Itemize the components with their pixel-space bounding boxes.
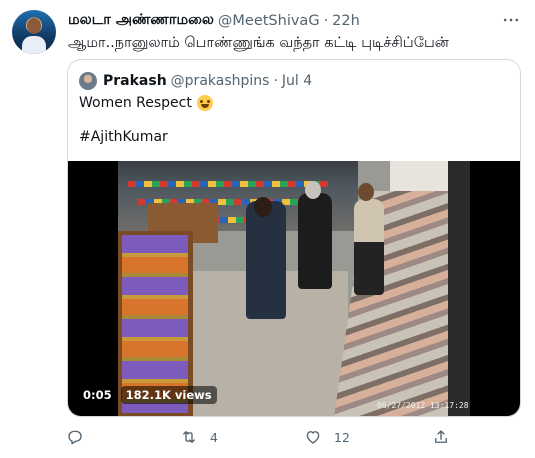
like-button[interactable]: 12 <box>304 426 350 448</box>
reply-icon <box>68 430 82 445</box>
author-avatar[interactable] <box>12 10 56 54</box>
tweet-text: ஆமா..நானுலாம் பொண்ணுங்க வந்தா கட்டி புடி… <box>68 35 449 51</box>
quoted-author-handle: @prakashpins <box>170 73 270 89</box>
camera-timestamp: 06/27/2012 13:17:28 <box>377 401 469 410</box>
like-count: 12 <box>334 429 350 445</box>
separator-dot: · <box>323 13 329 29</box>
hashtag-ajithkumar[interactable]: #AjithKumar <box>79 129 168 145</box>
quoted-author-avatar <box>79 72 97 90</box>
quoted-time: Jul 4 <box>281 73 313 89</box>
more-horizontal-icon[interactable] <box>499 10 523 30</box>
quoted-author-name: Prakash <box>103 73 167 89</box>
retweet-icon <box>183 431 195 443</box>
quoted-tweet[interactable]: Prakash @prakashpins · Jul 4 Women Respe… <box>67 59 521 417</box>
tweet[interactable]: மலடா அண்ணாமலை @MeetShivaG · 22h ஆமா..நான… <box>0 0 535 458</box>
video-overlay: 0:05 182.1K views <box>78 385 217 405</box>
separator-dot: · <box>273 73 278 89</box>
share-icon <box>435 430 447 443</box>
like-icon <box>306 431 320 444</box>
video-frame: 06/27/2012 13:17:28 <box>118 161 470 416</box>
author-name[interactable]: மலடா அண்ணாமலை <box>68 12 214 30</box>
tweet-time[interactable]: 22h <box>332 13 360 29</box>
retweet-button[interactable]: 4 <box>180 426 218 448</box>
quoted-header: Prakash @prakashpins · Jul 4 <box>79 71 312 91</box>
video-player[interactable]: 06/27/2012 13:17:28 0:05 182.1K views <box>68 161 520 416</box>
smiling-face-with-heart-eyes-icon <box>196 95 213 111</box>
video-elapsed-time: 0:05 <box>78 386 117 404</box>
retweet-count: 4 <box>210 429 218 445</box>
tweet-actions: 4 12 <box>66 426 451 448</box>
quoted-text-line: Women Respect <box>79 95 213 111</box>
author-handle[interactable]: @MeetShivaG <box>218 13 320 29</box>
quoted-text: Women Respect <box>79 95 192 111</box>
share-button[interactable] <box>432 426 450 448</box>
reply-button[interactable] <box>66 426 96 448</box>
tweet-header: மலடா அண்ணாமலை @MeetShivaG · 22h <box>68 12 360 30</box>
video-view-count: 182.1K views <box>120 386 217 404</box>
